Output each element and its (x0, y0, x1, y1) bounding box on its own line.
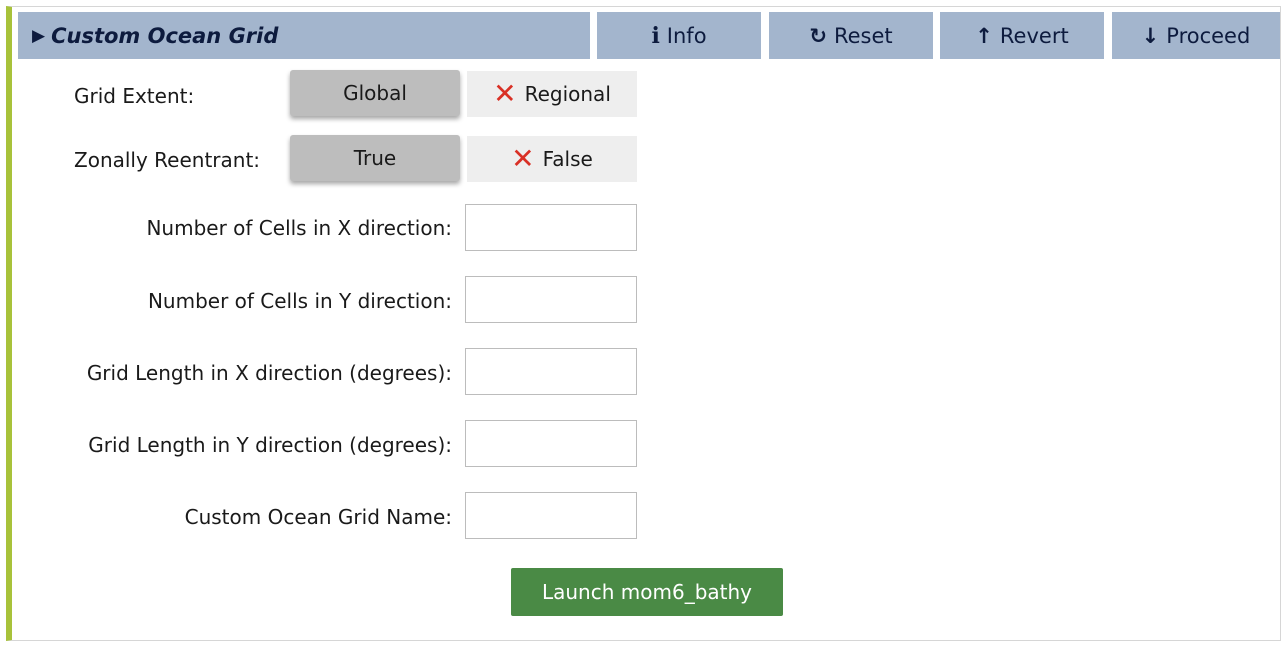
false-option-label: False (542, 147, 593, 171)
grid-extent-global-option[interactable]: Global (290, 70, 460, 116)
grid-name-input[interactable] (465, 492, 637, 539)
cells-y-input[interactable] (465, 276, 637, 323)
zonally-reentrant-true-option[interactable]: True (290, 135, 460, 181)
revert-button-label: Revert (999, 23, 1069, 48)
cells-x-input[interactable] (465, 204, 637, 251)
regional-option-label: Regional (524, 82, 611, 106)
global-option-label: Global (343, 81, 407, 105)
cells-y-label: Number of Cells in Y direction: (147, 289, 452, 313)
unselected-x-icon: ✕ (493, 77, 517, 110)
grid-extent-regional-option[interactable]: ✕ Regional (467, 71, 637, 117)
length-y-input[interactable] (465, 420, 637, 467)
zonally-reentrant-label: Zonally Reentrant: (74, 148, 261, 172)
arrow-up-icon: ↑ (975, 23, 993, 48)
length-x-input[interactable] (465, 348, 637, 395)
launch-mom6-bathy-button[interactable]: Launch mom6_bathy (511, 568, 783, 616)
revert-button[interactable]: ↑ Revert (940, 12, 1104, 59)
panel-header[interactable]: ▶ Custom Ocean Grid (18, 12, 590, 59)
grid-name-label: Custom Ocean Grid Name: (184, 505, 452, 529)
zonally-reentrant-false-option[interactable]: ✕ False (467, 136, 637, 182)
info-button-label: Info (666, 23, 707, 48)
expand-triangle-icon[interactable]: ▶ (32, 26, 45, 46)
grid-extent-label: Grid Extent: (74, 84, 195, 108)
true-option-label: True (353, 146, 397, 170)
proceed-button[interactable]: ↓ Proceed (1112, 12, 1280, 59)
proceed-button-label: Proceed (1166, 23, 1251, 48)
length-y-label: Grid Length in Y direction (degrees): (88, 433, 452, 457)
unselected-x-icon: ✕ (511, 142, 535, 175)
info-icon: i (651, 22, 660, 49)
length-x-label: Grid Length in X direction (degrees): (86, 361, 452, 385)
custom-ocean-grid-panel: ▶ Custom Ocean Grid i Info ↻ Reset ↑ Rev… (6, 6, 1281, 641)
reset-icon: ↻ (809, 23, 827, 48)
reset-button[interactable]: ↻ Reset (769, 12, 933, 59)
arrow-down-icon: ↓ (1141, 23, 1160, 48)
cells-x-label: Number of Cells in X direction: (146, 216, 452, 240)
info-button[interactable]: i Info (597, 12, 761, 59)
reset-button-label: Reset (833, 23, 893, 48)
panel-title: Custom Ocean Grid (51, 23, 279, 48)
